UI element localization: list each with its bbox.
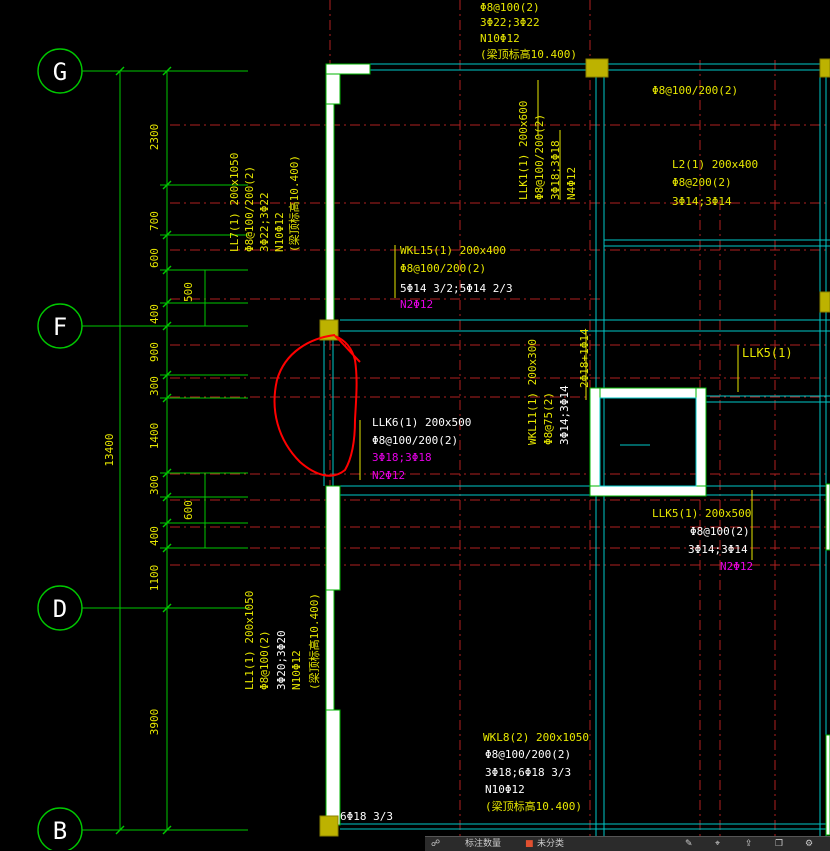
toolbar-item-count[interactable]: 标注数量 xyxy=(465,838,501,850)
annotation-top[interactable]: Φ8@100(2) 3Φ22;3Φ22 N10Φ12 (梁顶标高10.400) xyxy=(480,1,577,61)
copy-icon[interactable]: ❐ xyxy=(775,838,783,850)
annotation-wkl11[interactable]: WKL11(1) 200x300 Φ8@75(2) 3Φ14;3Φ14 xyxy=(526,339,571,445)
cad-drawing-canvas[interactable]: G F D B 13400 2300 700 600 400 500 900 3… xyxy=(0,0,830,850)
wkl8-line5: (梁顶标高10.400) xyxy=(485,799,582,813)
opening-detail xyxy=(599,397,697,487)
dim-300b: 300 xyxy=(148,475,161,495)
annotation-llk6[interactable]: LLK6(1) 200x500 Φ8@100/200(2) 3Φ18;3Φ18 … xyxy=(372,416,471,482)
wkl15-line3: 5Φ14 3/2;5Φ14 2/3 xyxy=(400,282,513,295)
llk6-line4: N2Φ12 xyxy=(372,469,405,482)
axis-bubble-g[interactable]: G xyxy=(37,48,83,94)
wkl15-line2: Φ8@100/200(2) xyxy=(400,262,486,275)
llk6-line2: Φ8@100/200(2) xyxy=(372,434,458,447)
llk5-line1: LLK5(1) 200x500 xyxy=(652,507,751,520)
ll7-line1: LL7(1) 200x1050 xyxy=(228,153,241,252)
wkl8-line2: Φ8@100/200(2) xyxy=(485,748,571,761)
axis-label-d: D xyxy=(53,595,67,623)
axis-bubble-d[interactable]: D xyxy=(37,585,83,631)
l2-line1: L2(1) 200x400 xyxy=(672,158,758,171)
stirrup-top-right[interactable]: Φ8@100/200(2) xyxy=(652,84,738,97)
dim-600a: 600 xyxy=(148,248,161,268)
axis-bubble-b[interactable]: B xyxy=(37,807,83,850)
axis-label-f: F xyxy=(53,313,67,341)
annotation-ll1[interactable]: LL1(1) 200x1050 Φ8@100(2) 3Φ20;3Φ20 N10Φ… xyxy=(243,591,321,690)
dim-1400: 1400 xyxy=(148,423,161,450)
dim-700: 700 xyxy=(148,211,161,231)
dim-400b: 400 xyxy=(148,526,161,546)
toolbar-item-unclassified[interactable]: 未分类 xyxy=(537,838,564,850)
axis-label-b: B xyxy=(53,817,67,845)
measure-icon[interactable]: ⌖ xyxy=(715,838,720,850)
wkl8-line1: WKL8(2) 200x1050 xyxy=(483,731,589,744)
dim-300a: 300 xyxy=(148,376,161,396)
l2-line3: 3Φ14;3Φ14 xyxy=(672,195,732,208)
dim-1100: 1100 xyxy=(148,565,161,592)
ll1-line5: (梁顶标高10.400) xyxy=(307,593,321,690)
ll1-line3: 3Φ20;3Φ20 xyxy=(275,630,288,690)
llk5-line4: N2Φ12 xyxy=(720,560,753,573)
top-beam-line1: Φ8@100(2) xyxy=(480,1,540,14)
annotation-l2[interactable]: L2(1) 200x400 Φ8@200(2) 3Φ14;3Φ14 xyxy=(672,158,758,208)
top-beam-line3: N10Φ12 xyxy=(480,32,520,45)
llk6-line3: 3Φ18;3Φ18 xyxy=(372,451,432,464)
dim-900: 900 xyxy=(148,342,161,362)
ll7-line2: Φ8@100/200(2) xyxy=(243,166,256,252)
toolbar-item-unclassified-icon[interactable]: ■ xyxy=(525,838,534,850)
axis-label-g: G xyxy=(53,58,67,86)
dimension-ticks xyxy=(115,66,172,835)
llk5-line3: 3Φ14;3Φ14 xyxy=(688,543,748,556)
dim-2300: 2300 xyxy=(148,124,161,151)
ll7-line3: 3Φ22;3Φ22 xyxy=(258,192,271,252)
annotation-llk5[interactable]: LLK5(1) 200x500 Φ8@100(2) 3Φ14;3Φ14 N2Φ1… xyxy=(652,507,753,573)
ll7-line4: N10Φ12 xyxy=(273,212,286,252)
llk5-top-label[interactable]: LLK5(1) xyxy=(742,346,793,360)
bottom-rebar-label[interactable]: 6Φ18 3/3 xyxy=(340,810,393,823)
top-beam-line2: 3Φ22;3Φ22 xyxy=(480,16,540,29)
annotation-wkl8[interactable]: WKL8(2) 200x1050 Φ8@100/200(2) 3Φ18;6Φ18… xyxy=(483,731,589,813)
wkl15-line4: N2Φ12 xyxy=(400,298,433,311)
wkl8-line4: N10Φ12 xyxy=(485,783,525,796)
rebar-2018-vertical[interactable]: 2Φ18+1Φ14 xyxy=(578,328,591,388)
annotation-llk1[interactable]: LLK1(1) 200x600 Φ8@100/200(2) 3Φ18;3Φ18 … xyxy=(517,101,578,200)
dim-400a: 400 xyxy=(148,304,161,324)
dimension-texts: 13400 2300 700 600 400 500 900 300 1400 … xyxy=(103,124,195,736)
ll1-line1: LL1(1) 200x1050 xyxy=(243,591,256,690)
settings-icon[interactable]: ⚙ xyxy=(805,838,813,850)
red-reference-lines xyxy=(170,0,830,836)
pen-icon[interactable]: ✎ xyxy=(685,838,693,850)
wkl8-line3: 3Φ18;6Φ18 3/3 xyxy=(485,766,571,779)
ll1-line4: N10Φ12 xyxy=(290,650,303,690)
walls xyxy=(325,63,830,836)
toolbar-icon-group[interactable]: ☍ xyxy=(431,838,440,850)
axis-bubble-f[interactable]: F xyxy=(37,303,83,349)
llk1-line2: Φ8@100/200(2) xyxy=(533,114,546,200)
red-markup-circle-icon xyxy=(273,334,361,477)
llk1-line1: LLK1(1) 200x600 xyxy=(517,101,530,200)
wkl11-line2: Φ8@75(2) xyxy=(542,392,555,445)
dim-600b: 600 xyxy=(182,500,195,520)
top-beam-line4: (梁顶标高10.400) xyxy=(480,47,577,61)
annotation-ll7[interactable]: LL7(1) 200x1050 Φ8@100/200(2) 3Φ22;3Φ22 … xyxy=(228,153,301,252)
ll1-line2: Φ8@100(2) xyxy=(258,630,271,690)
llk1-line4: N4Φ12 xyxy=(565,167,578,200)
dim-3900: 3900 xyxy=(148,709,161,736)
export-icon[interactable]: ⇪ xyxy=(745,838,753,850)
l2-line2: Φ8@200(2) xyxy=(672,176,732,189)
llk1-line3: 3Φ18;3Φ18 xyxy=(549,140,562,200)
ll7-line5: (梁顶标高10.400) xyxy=(287,155,301,252)
llk5-line2: Φ8@100(2) xyxy=(690,525,750,538)
wkl11-line1: WKL11(1) 200x300 xyxy=(526,339,539,445)
wkl11-line3: 3Φ14;3Φ14 xyxy=(558,385,571,445)
wkl15-line1: WKL15(1) 200x400 xyxy=(400,244,506,257)
dim-500: 500 xyxy=(182,282,195,302)
annotation-wkl15[interactable]: WKL15(1) 200x400 Φ8@100/200(2) 5Φ14 3/2;… xyxy=(400,244,513,311)
llk6-line1: LLK6(1) 200x500 xyxy=(372,416,471,429)
bottom-toolbar: ☍ 标注数量 ■ 未分类 ✎ ⌖ ⇪ ❐ ⚙ xyxy=(425,836,830,851)
dim-total: 13400 xyxy=(103,433,116,466)
